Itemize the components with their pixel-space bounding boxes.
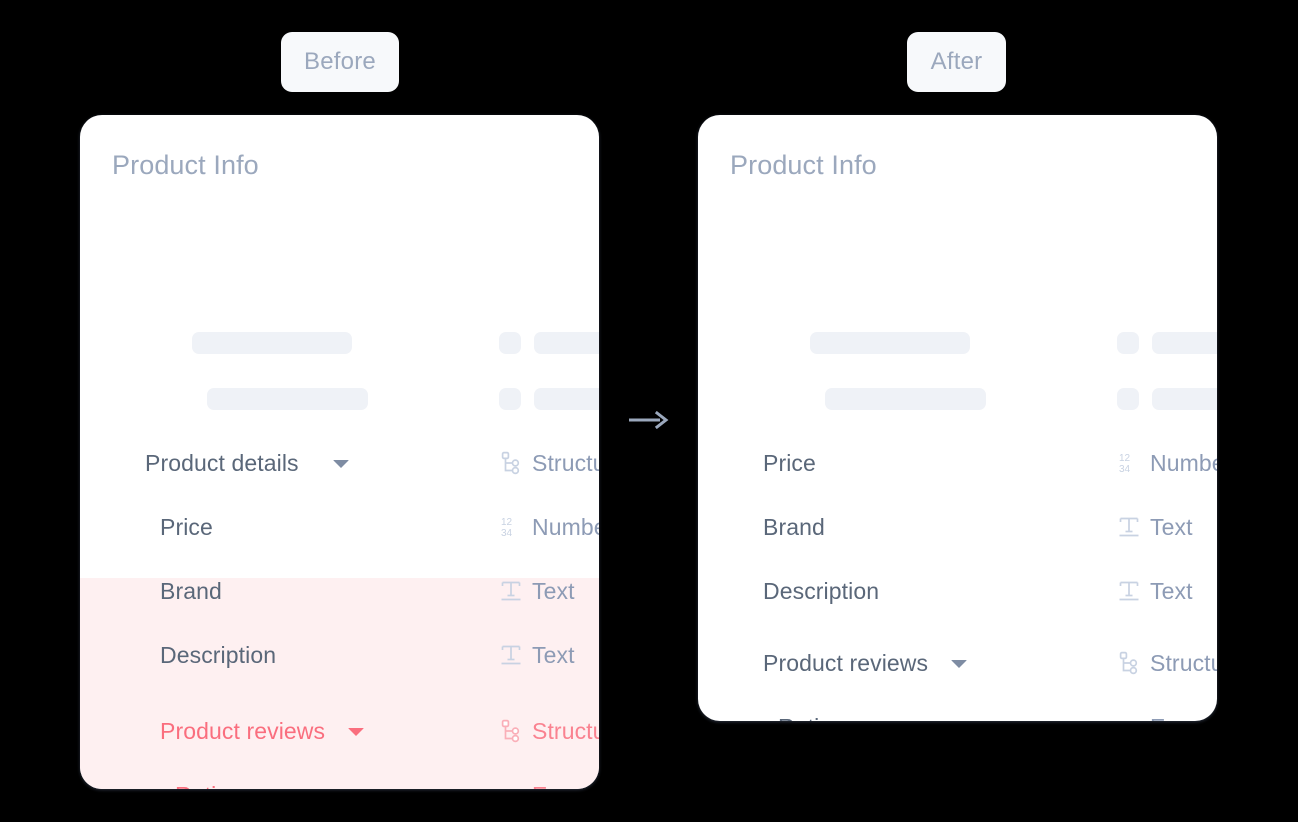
skeleton-placeholder-bar xyxy=(534,388,599,410)
field-row[interactable]: Ratings Enum xyxy=(80,763,599,790)
svg-text:34: 34 xyxy=(501,528,513,539)
skeleton-placeholder-bar xyxy=(825,388,986,410)
skeleton-placeholder-bar xyxy=(534,332,599,354)
skeleton-placeholder-bar xyxy=(1117,332,1139,354)
number-icon: 12 34 xyxy=(499,514,523,540)
skeleton-placeholder-bar xyxy=(1152,332,1217,354)
field-type-label: Enum xyxy=(532,782,592,790)
field-row[interactable]: Ratings Enum xyxy=(698,695,1217,722)
field-label: Product reviews xyxy=(763,649,929,676)
comparison-stage: Before After Product Info Product detail… xyxy=(0,0,1298,822)
field-row[interactable]: Brand Text xyxy=(80,559,599,623)
field-row[interactable]: Price 1234 Number xyxy=(80,495,599,559)
field-row[interactable]: Price 1234 Number xyxy=(698,431,1217,495)
field-row[interactable]: Product details Structure xyxy=(80,431,599,495)
after-card-title: Product Info xyxy=(730,150,877,180)
field-label: Brand xyxy=(160,577,222,604)
text-icon xyxy=(1117,514,1141,540)
field-type-label: Structure xyxy=(1150,649,1217,676)
before-card-title: Product Info xyxy=(112,150,259,180)
field-label: Price xyxy=(160,513,213,540)
skeleton-placeholder-bar xyxy=(1117,388,1139,410)
right-arrow-icon xyxy=(629,411,669,429)
field-type-label: Number xyxy=(532,513,599,540)
field-type-label: Text xyxy=(532,577,575,604)
chevron-down-icon[interactable] xyxy=(951,660,967,668)
before-badge-label: Before xyxy=(304,48,376,75)
field-label: Ratings xyxy=(778,714,857,722)
field-label: Description xyxy=(160,641,277,668)
after-card: Product Info Price1234NumberBrandTextDes… xyxy=(698,115,1217,721)
skeleton-placeholder-bar xyxy=(810,332,970,354)
enum-icon xyxy=(499,782,523,789)
before-card: Product Info Product details Structure Pri… xyxy=(80,115,599,789)
field-type-label: Structure xyxy=(532,717,599,744)
text-icon xyxy=(499,642,523,668)
skeleton-placeholder-bar xyxy=(499,332,521,354)
after-badge-label: After xyxy=(930,48,983,75)
field-type-label: Enum xyxy=(1150,714,1210,722)
field-label: Ratings xyxy=(175,782,254,790)
skeleton-placeholder-bar xyxy=(192,332,352,354)
chevron-down-icon[interactable] xyxy=(348,728,364,736)
field-type-label: Text xyxy=(1150,513,1193,540)
structure-icon xyxy=(499,450,523,476)
field-row[interactable]: Product reviews Structure xyxy=(698,631,1217,695)
after-badge: After xyxy=(907,32,1006,92)
field-type-label: Text xyxy=(532,641,575,668)
svg-text:12: 12 xyxy=(501,517,513,528)
field-label: Description xyxy=(763,577,880,604)
skeleton-placeholder-bar xyxy=(499,388,521,410)
field-label: Product details xyxy=(145,449,299,476)
number-icon: 12 34 xyxy=(1117,450,1141,476)
text-icon xyxy=(1117,578,1141,604)
field-row[interactable]: Description Text xyxy=(698,559,1217,623)
text-icon xyxy=(499,578,523,604)
field-label: Brand xyxy=(763,513,825,540)
svg-text:12: 12 xyxy=(1119,453,1131,464)
before-badge: Before xyxy=(281,32,399,92)
skeleton-placeholder-bar xyxy=(1152,388,1217,410)
skeleton-placeholder-bar xyxy=(207,388,368,410)
structure-icon xyxy=(1117,650,1141,676)
field-type-label: Text xyxy=(1150,577,1193,604)
field-type-label: Structure xyxy=(532,449,599,476)
field-label: Price xyxy=(763,449,816,476)
field-row[interactable]: Brand Text xyxy=(698,495,1217,559)
field-type-label: Number xyxy=(1150,449,1217,476)
field-row[interactable]: Product reviews Structure xyxy=(80,699,599,763)
chevron-down-icon[interactable] xyxy=(333,460,349,468)
enum-icon xyxy=(1117,714,1141,721)
svg-text:34: 34 xyxy=(1119,464,1131,475)
structure-icon xyxy=(499,718,523,744)
field-label: Product reviews xyxy=(160,717,326,744)
field-row[interactable]: Description Text xyxy=(80,623,599,687)
